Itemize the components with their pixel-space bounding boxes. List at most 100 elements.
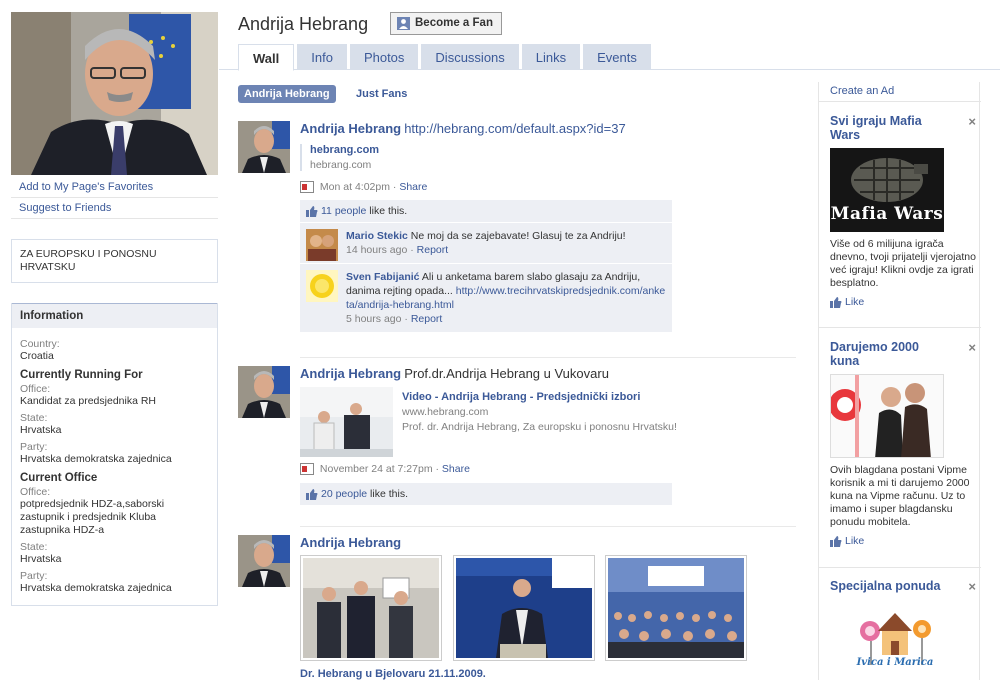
page-quote: ZA EUROPSKU I PONOSNU HRVATSKU [11, 239, 218, 283]
feedback-box: 11 people like this. Mario Stekic Ne moj… [300, 200, 672, 333]
ad-unit[interactable]: Svi igraju Mafia Wars × Mafia Wars Više … [830, 114, 976, 308]
mafia-wars-logo-text: Mafia Wars [830, 204, 944, 224]
create-ad-link[interactable]: Create an Ad [830, 85, 894, 97]
suggest-to-friends-link[interactable]: Suggest to Friends [11, 198, 218, 219]
ad-unit[interactable]: Specijalna ponuda × Ivica i Marica [830, 579, 976, 680]
like-sentence: 20 people like this. [300, 483, 672, 507]
like-thumb-icon [830, 296, 842, 308]
story-divider [300, 526, 796, 527]
comment-time: 5 hours ago [346, 313, 402, 326]
current-party-label: Party: [20, 570, 48, 582]
comment-text: Ne moj da se zajebavate! Glasuj te za An… [410, 230, 626, 243]
close-icon[interactable]: × [968, 340, 976, 355]
close-icon[interactable]: × [968, 579, 976, 594]
likers-link[interactable]: 11 people [321, 205, 366, 217]
tab-events[interactable]: Events [583, 44, 651, 70]
ad-title[interactable]: Svi igraju Mafia Wars [830, 114, 950, 142]
ad-like-button[interactable]: Like [830, 296, 976, 308]
tab-info[interactable]: Info [297, 44, 347, 70]
filter-just-fans[interactable]: Just Fans [356, 88, 407, 100]
story-actor[interactable]: Andrija Hebrang [300, 121, 401, 136]
link-icon [300, 181, 314, 194]
profile-picture[interactable] [11, 12, 218, 175]
add-to-favorites-link[interactable]: Add to My Page's Favorites [11, 177, 218, 198]
attachment-title[interactable]: hebrang.com [310, 144, 790, 156]
album-photo[interactable] [605, 555, 747, 661]
story-actor[interactable]: Andrija Hebrang [300, 366, 401, 381]
ad-unit[interactable]: Darujemo 2000 kuna × Ovih blagdana posta… [830, 340, 976, 547]
like-suffix: like this. [367, 488, 408, 501]
share-link[interactable]: Share [442, 463, 470, 475]
story-avatar[interactable] [238, 366, 290, 418]
comment-author[interactable]: Mario Stekic [346, 230, 408, 242]
story-avatar[interactable] [238, 535, 290, 587]
ad-image[interactable]: Mafia Wars [830, 148, 944, 232]
story-time[interactable]: Mon at 4:02pm [320, 181, 390, 193]
story-meta: November 24 at 7:27pm · Share [300, 463, 790, 476]
story-link[interactable]: http://hebrang.com/default.aspx?id=37 [404, 121, 626, 136]
like-suffix: like this. [366, 205, 408, 218]
share-link[interactable]: Share [399, 181, 427, 193]
ad-like-label: Like [845, 296, 865, 308]
ad-like-button[interactable]: Like [830, 535, 976, 547]
like-thumb-icon [830, 535, 842, 547]
tab-photos[interactable]: Photos [349, 44, 419, 70]
link-attachment: hebrang.com hebrang.com [300, 144, 790, 171]
story-actor[interactable]: Andrija Hebrang [300, 535, 401, 550]
video-title[interactable]: Video - Andrija Hebrang - Predsjednički … [402, 391, 782, 403]
country-value: Croatia [20, 350, 54, 362]
video-description: Prof. dr. Andrija Hebrang, Za europsku i… [402, 421, 677, 433]
commenter-avatar[interactable] [306, 270, 338, 303]
story-meta: Mon at 4:02pm · Share [300, 181, 790, 194]
tab-wall[interactable]: Wall [238, 44, 295, 71]
album-photo[interactable] [300, 555, 442, 661]
ad-image[interactable] [830, 374, 944, 458]
become-a-fan-label: Become a Fan [415, 17, 493, 29]
avatar-image [238, 535, 290, 587]
comment-author[interactable]: Sven Fabijanić [346, 271, 420, 283]
story-time[interactable]: November 24 at 7:27pm [320, 463, 433, 475]
page-title: Andrija Hebrang [238, 14, 369, 34]
ad-separator [819, 101, 981, 102]
ad-image[interactable]: Ivica i Marica [850, 601, 940, 680]
video-thumbnail[interactable] [300, 387, 393, 457]
album-caption[interactable]: Dr. Hebrang u Bjelovaru 21.11.2009. [300, 668, 790, 680]
video-thumbnail-image [300, 387, 393, 457]
tab-links[interactable]: Links [521, 44, 581, 70]
current-state-label: State: [20, 541, 48, 553]
running-office-value: Kandidat za predsjednika RH [20, 395, 156, 407]
information-box: Information Country: Croatia Currently R… [11, 303, 218, 606]
commenter-photo [306, 229, 338, 262]
fan-icon [397, 17, 410, 30]
close-icon[interactable]: × [968, 114, 976, 129]
feedback-box: 20 people like this. [300, 483, 672, 507]
current-party-value: Hrvatska demokratska zajednica [20, 582, 172, 594]
report-link[interactable]: Report [411, 313, 443, 325]
become-a-fan-button[interactable]: Become a Fan [390, 12, 502, 35]
likers-link[interactable]: 20 people [321, 488, 367, 500]
running-party-value: Hrvatska demokratska zajednica [20, 453, 172, 465]
ad-title[interactable]: Darujemo 2000 kuna [830, 340, 950, 368]
meta-separator: · [404, 313, 408, 326]
story-divider [300, 357, 796, 358]
attachment-caption: hebrang.com [310, 159, 372, 171]
filter-page-posts[interactable]: Andrija Hebrang [238, 85, 336, 103]
ad-title[interactable]: Specijalna ponuda [830, 579, 950, 593]
profile-portrait-image [11, 12, 218, 175]
comment: Sven Fabijanić Ali u anketama barem slab… [300, 264, 672, 332]
tab-discussions[interactable]: Discussions [421, 44, 519, 70]
running-office-label: Office: [20, 383, 51, 395]
album-photo-image [456, 558, 592, 658]
avatar-image [238, 121, 290, 173]
avatar-image [238, 366, 290, 418]
commenter-photo [306, 270, 338, 303]
video-icon [300, 463, 314, 476]
commenter-avatar[interactable] [306, 229, 338, 262]
story-avatar[interactable] [238, 121, 290, 173]
album-photo[interactable] [453, 555, 595, 661]
tab-bar: Wall Info Photos Discussions Links Event… [219, 44, 1000, 71]
story-message: Prof.dr.Andrija Hebrang u Vukovaru [404, 366, 609, 381]
photo-album [300, 555, 790, 663]
report-link[interactable]: Report [417, 244, 449, 256]
current-state-value: Hrvatska [20, 553, 62, 565]
